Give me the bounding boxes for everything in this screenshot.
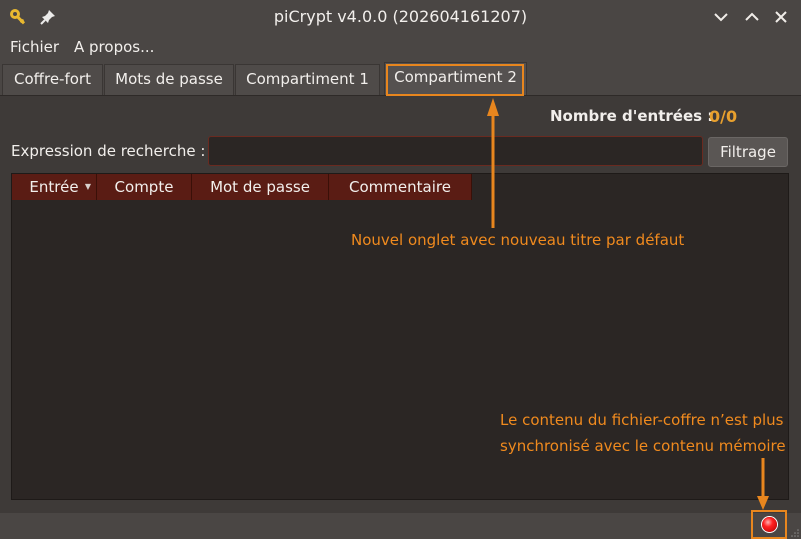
tab-mots-de-passe[interactable]: Mots de passe (104, 64, 234, 95)
search-input[interactable] (208, 136, 703, 166)
menu-fichier[interactable]: Fichier (10, 38, 59, 56)
sync-status-indicator (751, 510, 787, 539)
sync-annotation-line2: synchronisé avec le contenu mémoire (500, 437, 786, 455)
sync-annotation-line1: Le contenu du fichier-coffre n’est plus (500, 411, 784, 429)
column-header-compte[interactable]: Compte (97, 174, 192, 200)
tab-bar: Coffre-fort Mots de passe Compartiment 1… (0, 62, 801, 96)
maximize-icon[interactable] (741, 6, 763, 28)
title-bar: piCrypt v4.0.0 (202604161207) (0, 0, 801, 34)
window-title: piCrypt v4.0.0 (202604161207) (273, 7, 528, 26)
tab-annotation: Nouvel onglet avec nouveau titre par déf… (351, 231, 685, 249)
column-header-commentaire[interactable]: Commentaire (329, 174, 472, 200)
column-header-mot-de-passe[interactable]: Mot de passe (192, 174, 329, 200)
resize-grip-icon[interactable] (790, 528, 800, 538)
menu-a-propos[interactable]: A propos... (74, 38, 154, 56)
red-led-icon (762, 517, 777, 532)
tab-compartiment-2[interactable]: Compartiment 2 (384, 62, 527, 95)
menu-bar: Fichier A propos... (0, 36, 801, 60)
filter-button[interactable]: Filtrage (708, 137, 788, 167)
sort-down-icon: ▼ (84, 182, 91, 191)
tab-coffre-fort[interactable]: Coffre-fort (2, 64, 103, 95)
column-header-entree[interactable]: Entrée ▼ (12, 174, 97, 200)
minimize-icon[interactable] (710, 6, 732, 28)
tab-compartiment-1[interactable]: Compartiment 1 (235, 64, 380, 95)
entries-count-value: 0/0 (709, 107, 738, 126)
entries-count-label: Nombre d'entrées : (550, 107, 714, 125)
search-label: Expression de recherche : (11, 142, 206, 160)
close-icon[interactable] (770, 6, 792, 28)
